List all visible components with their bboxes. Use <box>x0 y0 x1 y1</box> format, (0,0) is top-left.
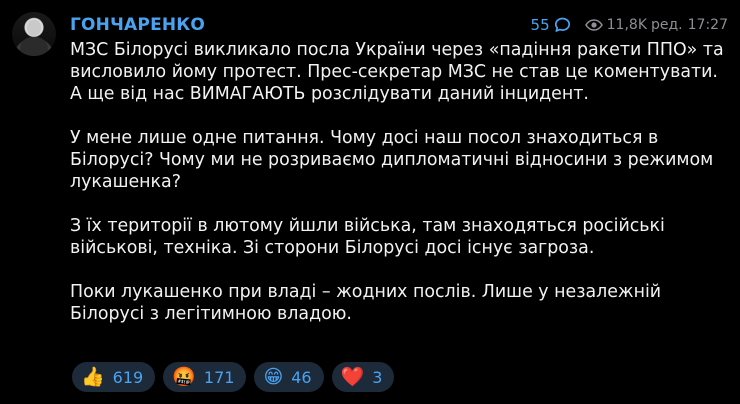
red-heart-icon: ❤️ <box>340 365 365 388</box>
post-paragraph: У мене лише одне питання. Чому досі наш … <box>70 128 714 192</box>
grinning-face-icon: 😁 <box>263 365 284 388</box>
reaction-red-heart[interactable]: ❤️ 3 <box>331 362 395 392</box>
thumbs-up-icon: 👍 <box>81 365 105 388</box>
reaction-grinning-face[interactable]: 😁 46 <box>254 362 324 392</box>
views-count: 11,8K <box>606 17 647 33</box>
post-paragraph: З їх території в лютому йшли війська, та… <box>70 216 665 258</box>
post-header: ГОНЧАРЕНКО 55 11,8K ред. 17:27 <box>70 13 728 37</box>
avatar-body <box>20 37 48 56</box>
post-meta: 55 11,8K ред. 17:27 <box>531 16 728 34</box>
post-text: МЗС Білорусі викликало посла України чер… <box>70 39 730 347</box>
avatar-head <box>27 20 41 36</box>
channel-name[interactable]: ГОНЧАРЕНКО <box>70 15 205 35</box>
eye-icon <box>584 19 603 31</box>
channel-avatar[interactable] <box>12 12 56 56</box>
edited-label: ред. <box>651 17 683 33</box>
reaction-thumbs-up[interactable]: 👍 619 <box>72 362 156 392</box>
comment-bubble-icon <box>554 17 570 32</box>
comments-button[interactable]: 55 <box>531 16 571 34</box>
reaction-count: 46 <box>291 367 312 387</box>
post-time: 17:27 <box>687 17 728 33</box>
reaction-cursing-face[interactable]: 🤬 171 <box>163 362 247 392</box>
reactions-bar: 👍 619 🤬 171 😁 46 ❤️ 3 <box>72 362 395 392</box>
reaction-count: 171 <box>203 367 235 387</box>
reaction-count: 3 <box>372 367 383 387</box>
comments-count: 55 <box>530 16 550 34</box>
post-paragraph: Поки лукашенко при владі – жодних послів… <box>70 282 662 324</box>
views-info: 11,8K ред. 17:27 <box>584 17 728 33</box>
cursing-face-icon: 🤬 <box>172 365 196 388</box>
reaction-count: 619 <box>112 367 144 387</box>
post-paragraph: МЗС Білорусі викликало посла України чер… <box>70 40 724 104</box>
